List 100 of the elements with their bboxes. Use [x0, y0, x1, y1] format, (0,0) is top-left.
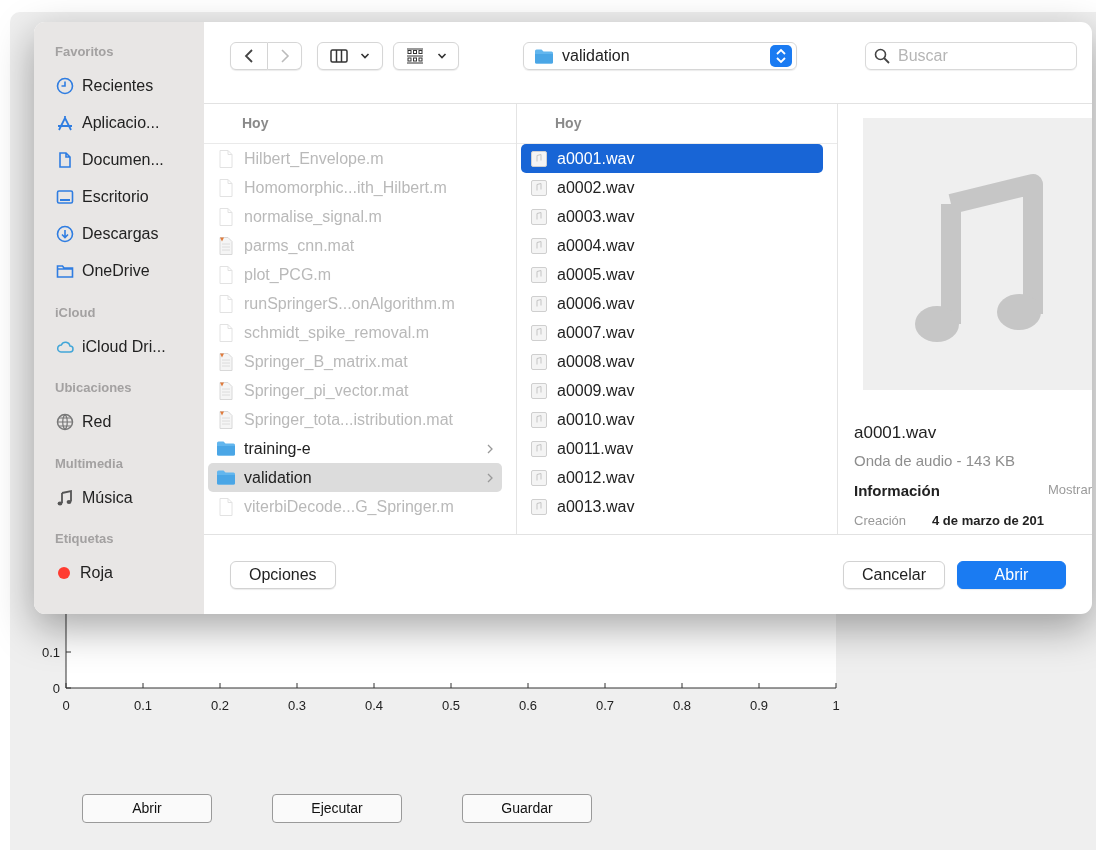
sidebar-item[interactable]: Descargas — [82, 222, 159, 246]
columns-icon — [330, 49, 348, 63]
chevron-icon — [486, 442, 494, 455]
tick-label: 0.5 — [441, 698, 461, 713]
tick-label: 0.8 — [672, 698, 692, 713]
app-button[interactable]: Guardar — [462, 794, 592, 823]
back-button[interactable] — [230, 42, 268, 70]
data-file-icon — [216, 235, 236, 256]
audio-file-icon — [529, 264, 549, 285]
column-header: Hoy — [555, 114, 582, 133]
file-row[interactable]: a0008.wav — [521, 347, 823, 376]
data-file-icon — [216, 380, 236, 401]
data-file-icon — [216, 351, 236, 372]
column-header: Hoy — [242, 114, 269, 133]
audio-file-icon — [529, 467, 549, 488]
audio-file-icon — [529, 409, 549, 430]
app-button[interactable]: Ejecutar — [272, 794, 402, 823]
document-icon — [216, 293, 236, 314]
download-icon — [55, 225, 75, 243]
folder-icon — [55, 262, 75, 280]
file-row[interactable]: a0004.wav — [521, 231, 823, 260]
tick-label: 0.4 — [364, 698, 384, 713]
file-row[interactable]: a0009.wav — [521, 376, 823, 405]
document-icon — [216, 177, 236, 198]
location-popup[interactable]: validation — [523, 42, 797, 70]
data-file-icon — [216, 409, 236, 430]
tick-label: 0.6 — [518, 698, 538, 713]
chevron-icon — [437, 52, 447, 60]
sidebar-item[interactable]: Música — [82, 485, 133, 510]
tick-label: 0 — [62, 698, 70, 713]
chevron-icon — [360, 52, 370, 60]
document-icon — [216, 206, 236, 227]
sidebar-item[interactable]: Escritorio — [82, 185, 149, 209]
sidebar-item[interactable]: OneDrive — [82, 259, 150, 283]
file-row[interactable]: a0006.wav — [521, 289, 823, 318]
file-row[interactable]: a0013.wav — [521, 492, 823, 521]
file-name: a0001.wav — [854, 422, 938, 444]
file-description: Onda de audio - 143 KB — [854, 450, 1016, 471]
file-row[interactable]: validation — [208, 463, 502, 492]
tick-label: 0.3 — [287, 698, 307, 713]
tick-label: 0.7 — [595, 698, 615, 713]
sidebar-item[interactable]: Aplicacio... — [82, 111, 160, 135]
file-row[interactable]: a0003.wav — [521, 202, 823, 231]
tick-label: 0.1 — [41, 645, 60, 660]
file-row[interactable]: a0001.wav — [521, 144, 823, 173]
folder-icon — [534, 47, 554, 65]
file-row[interactable]: a0002.wav — [521, 173, 823, 202]
apps-icon — [55, 114, 75, 132]
audio-file-icon — [529, 380, 549, 401]
audio-file-icon — [529, 177, 549, 198]
grid-icon — [405, 48, 425, 64]
sidebar-item[interactable]: Roja — [80, 561, 113, 585]
group-button[interactable] — [393, 42, 459, 70]
audio-file-icon — [529, 235, 549, 256]
chevron-icon — [486, 471, 494, 484]
file-row[interactable]: a0010.wav — [521, 405, 823, 434]
audio-file-icon — [529, 206, 549, 227]
file-row[interactable]: a0012.wav — [521, 463, 823, 492]
music-note-icon — [55, 488, 75, 507]
sidebar-heading: Ubicaciones — [55, 379, 133, 397]
document-icon — [216, 148, 236, 169]
document-icon — [216, 264, 236, 285]
clock-icon — [55, 77, 75, 95]
app-button[interactable]: Abrir — [82, 794, 212, 823]
options-button[interactable]: Opciones — [230, 560, 336, 589]
tick-label: 0.1 — [133, 698, 153, 713]
sidebar-heading: iCloud — [55, 303, 97, 322]
back-icon — [244, 48, 254, 64]
stepper-icon — [770, 45, 792, 67]
tick-label: 1 — [832, 698, 840, 713]
globe-icon — [55, 413, 75, 431]
search-field[interactable]: Buscar — [865, 42, 1077, 70]
audio-file-icon — [529, 496, 549, 517]
field-label: Creación — [854, 511, 907, 530]
sidebar-item[interactable]: Recientes — [82, 74, 154, 98]
audio-file-icon — [529, 322, 549, 343]
desktop-icon — [55, 188, 75, 206]
sidebar-item[interactable]: Documen... — [82, 148, 164, 172]
sidebar-heading: Favoritos — [55, 43, 115, 61]
file-row[interactable]: a0007.wav — [521, 318, 823, 347]
tick-label: 0 — [52, 681, 60, 696]
document-icon — [216, 322, 236, 343]
file-row[interactable]: a0005.wav — [521, 260, 823, 289]
forward-icon — [279, 48, 290, 64]
view-mode-button[interactable] — [317, 42, 383, 70]
sidebar-heading: Multimedia — [55, 454, 124, 473]
sidebar-item[interactable]: Red — [82, 410, 112, 434]
audio-file-icon — [529, 351, 549, 372]
search-icon — [874, 48, 890, 64]
tick-label: 0.9 — [749, 698, 769, 713]
open-button[interactable]: Abrir — [957, 560, 1066, 589]
tick-label: 0.2 — [210, 698, 230, 713]
sidebar-item[interactable]: iCloud Dri... — [82, 334, 166, 359]
file-row[interactable]: training-e — [208, 434, 502, 463]
file-row[interactable]: a0011.wav — [521, 434, 823, 463]
field-value: 4 de marzo de 201 — [932, 511, 1045, 530]
sidebar-heading: Etiquetas — [55, 530, 115, 548]
audio-file-icon — [529, 293, 549, 314]
audio-file-icon — [529, 148, 549, 169]
cancel-button[interactable]: Cancelar — [842, 560, 945, 589]
